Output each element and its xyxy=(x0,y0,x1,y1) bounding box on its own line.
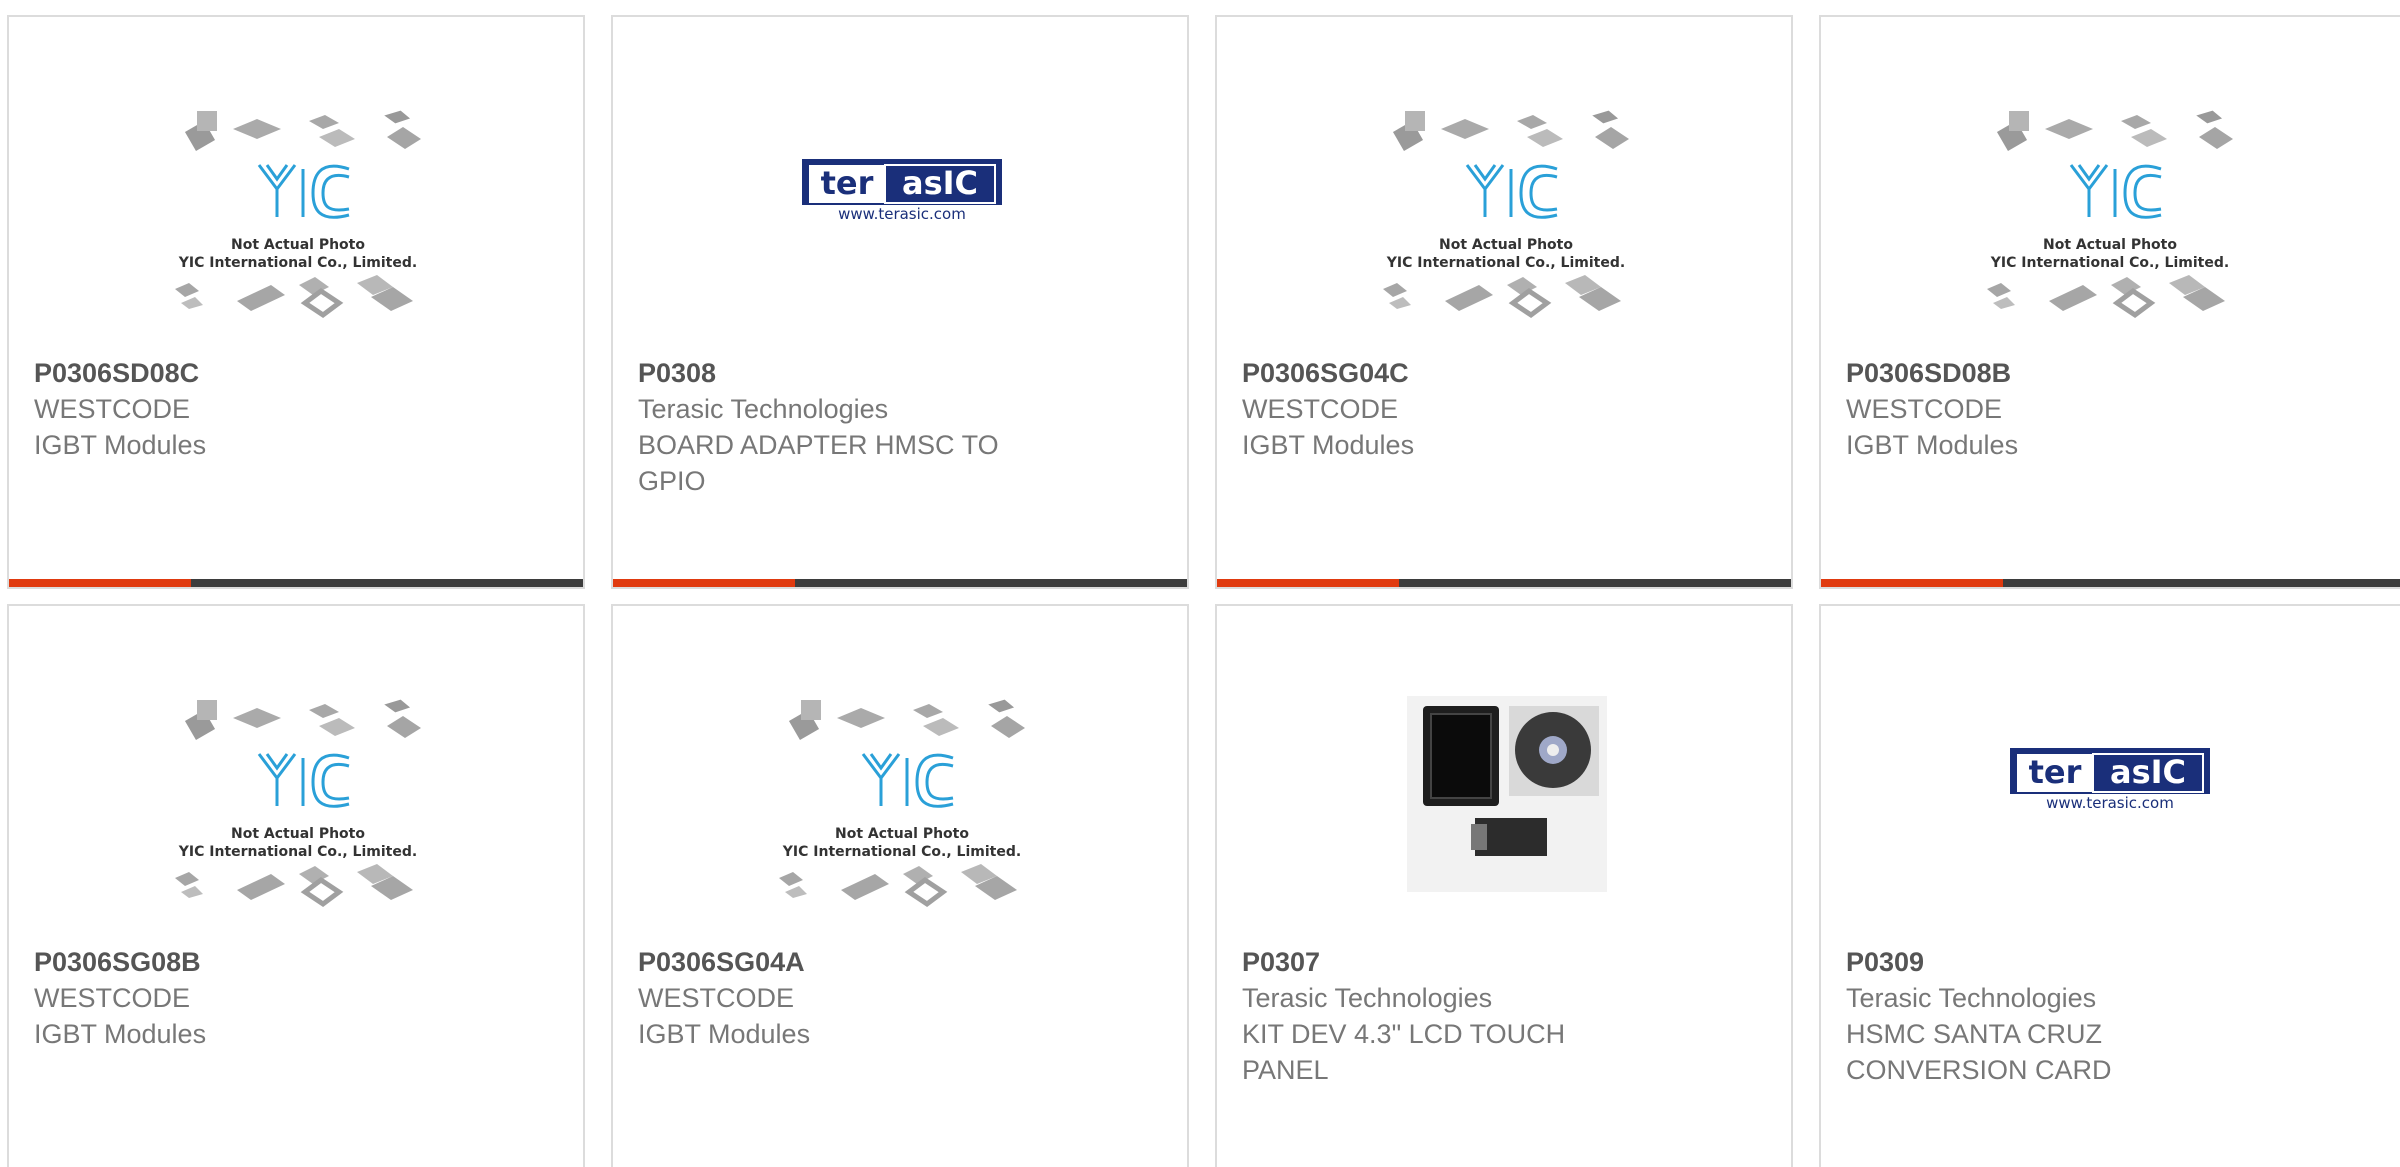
yic-logo-icon xyxy=(861,753,954,808)
part-number[interactable]: P0306SD08B xyxy=(1846,355,2266,391)
product-info: P0309 Terasic Technologies HSMC SANTA CR… xyxy=(1846,944,2266,1088)
svg-text:ter: ter xyxy=(821,164,874,202)
part-number[interactable]: P0309 xyxy=(1846,944,2266,980)
chip-icon xyxy=(779,864,1017,908)
product-info: P0306SG04A WESTCODE IGBT Modules xyxy=(638,944,1058,1052)
product-card[interactable]: Not Actual Photo YIC International Co., … xyxy=(7,604,585,1167)
terasic-logo-icon: ter asIC www.terasic.com xyxy=(802,159,1002,223)
svg-text:www.terasic.com: www.terasic.com xyxy=(838,205,966,223)
yic-logo-icon xyxy=(2069,164,2162,219)
product-card[interactable]: Not Actual Photo YIC International Co., … xyxy=(1215,15,1793,589)
product-card[interactable]: P0307 Terasic Technologies KIT DEV 4.3" … xyxy=(1215,604,1793,1167)
manufacturer: Terasic Technologies xyxy=(638,394,889,424)
placeholder-caption: YIC International Co., Limited. xyxy=(178,844,417,860)
chip-icon xyxy=(175,275,413,319)
placeholder-caption: YIC International Co., Limited. xyxy=(1990,255,2229,271)
product-description: IGBT Modules xyxy=(34,430,207,460)
chip-icon xyxy=(1987,275,2225,319)
part-number[interactable]: P0306SG08B xyxy=(34,944,454,980)
svg-text:asIC: asIC xyxy=(902,164,978,202)
manufacturer: WESTCODE xyxy=(1846,394,2003,424)
chip-icon xyxy=(788,696,1025,741)
product-card[interactable]: Not Actual Photo YIC International Co., … xyxy=(7,15,585,589)
product-info: P0307 Terasic Technologies KIT DEV 4.3" … xyxy=(1242,944,1662,1088)
placeholder-caption: Not Actual Photo xyxy=(231,237,365,253)
card-bottom-bar xyxy=(613,579,1187,587)
product-description: IGBT Modules xyxy=(1242,430,1415,460)
product-image[interactable]: Not Actual Photo YIC International Co., … xyxy=(9,77,583,321)
product-card[interactable]: Not Actual Photo YIC International Co., … xyxy=(611,604,1189,1167)
manufacturer: WESTCODE xyxy=(1242,394,1399,424)
manufacturer: Terasic Technologies xyxy=(1242,983,1493,1013)
product-image[interactable]: ter asIC www.terasic.com xyxy=(1821,666,2399,910)
card-bottom-bar xyxy=(1821,579,2400,587)
chip-icon xyxy=(184,696,421,741)
placeholder-caption: YIC International Co., Limited. xyxy=(1386,255,1625,271)
placeholder-caption: Not Actual Photo xyxy=(2043,237,2177,253)
product-image[interactable] xyxy=(1217,666,1791,910)
product-info: P0306SG04C WESTCODE IGBT Modules xyxy=(1242,355,1662,463)
product-description: IGBT Modules xyxy=(1846,430,2019,460)
placeholder-caption: Not Actual Photo xyxy=(835,826,969,842)
product-card[interactable]: ter asIC www.terasic.com P0308 Terasic T… xyxy=(611,15,1189,589)
placeholder-caption: Not Actual Photo xyxy=(1439,237,1573,253)
product-card[interactable]: ter asIC www.terasic.com P0309 Terasic T… xyxy=(1819,604,2400,1167)
part-number[interactable]: P0306SD08C xyxy=(34,355,454,391)
card-bottom-bar xyxy=(1217,579,1791,587)
product-description: HSMC SANTA CRUZ CONVERSION CARD xyxy=(1846,1019,2112,1085)
product-info: P0308 Terasic Technologies BOARD ADAPTER… xyxy=(638,355,1058,499)
yic-logo-icon xyxy=(1465,164,1558,219)
product-image[interactable]: Not Actual Photo YIC International Co., … xyxy=(9,666,583,910)
product-description: BOARD ADAPTER HMSC TO GPIO xyxy=(638,430,999,496)
part-number[interactable]: P0308 xyxy=(638,355,1058,391)
product-grid: Not Actual Photo YIC International Co., … xyxy=(0,0,2400,1167)
manufacturer: Terasic Technologies xyxy=(1846,983,2097,1013)
product-image[interactable]: Not Actual Photo YIC International Co., … xyxy=(1821,77,2399,321)
chip-icon xyxy=(184,107,421,152)
product-info: P0306SD08C WESTCODE IGBT Modules xyxy=(34,355,454,463)
svg-text:www.terasic.com: www.terasic.com xyxy=(2046,794,2174,812)
product-image[interactable]: ter asIC www.terasic.com xyxy=(613,77,1187,321)
product-description: KIT DEV 4.3" LCD TOUCH PANEL xyxy=(1242,1019,1566,1085)
placeholder-caption: Not Actual Photo xyxy=(231,826,365,842)
manufacturer: WESTCODE xyxy=(638,983,795,1013)
placeholder-caption: YIC International Co., Limited. xyxy=(782,844,1021,860)
part-number[interactable]: P0306SG04C xyxy=(1242,355,1662,391)
product-card[interactable]: Not Actual Photo YIC International Co., … xyxy=(1819,15,2400,589)
chip-icon xyxy=(1996,107,2233,152)
manufacturer: WESTCODE xyxy=(34,394,191,424)
terasic-logo-icon: ter asIC www.terasic.com xyxy=(2010,748,2210,812)
lcd-kit-photo-icon xyxy=(1407,696,1607,892)
yic-logo-icon xyxy=(257,753,350,808)
part-number[interactable]: P0306SG04A xyxy=(638,944,1058,980)
chip-icon xyxy=(1383,275,1621,319)
manufacturer: WESTCODE xyxy=(34,983,191,1013)
svg-text:ter: ter xyxy=(2029,753,2082,791)
product-description: IGBT Modules xyxy=(34,1019,207,1049)
product-description: IGBT Modules xyxy=(638,1019,811,1049)
chip-icon xyxy=(175,864,413,908)
product-info: P0306SG08B WESTCODE IGBT Modules xyxy=(34,944,454,1052)
placeholder-caption: YIC International Co., Limited. xyxy=(178,255,417,271)
product-info: P0306SD08B WESTCODE IGBT Modules xyxy=(1846,355,2266,463)
part-number[interactable]: P0307 xyxy=(1242,944,1662,980)
product-image[interactable]: Not Actual Photo YIC International Co., … xyxy=(613,666,1187,910)
card-bottom-bar xyxy=(9,579,583,587)
chip-icon xyxy=(1392,107,1629,152)
yic-logo-icon xyxy=(257,164,350,219)
svg-text:asIC: asIC xyxy=(2110,753,2186,791)
product-image[interactable]: Not Actual Photo YIC International Co., … xyxy=(1217,77,1791,321)
